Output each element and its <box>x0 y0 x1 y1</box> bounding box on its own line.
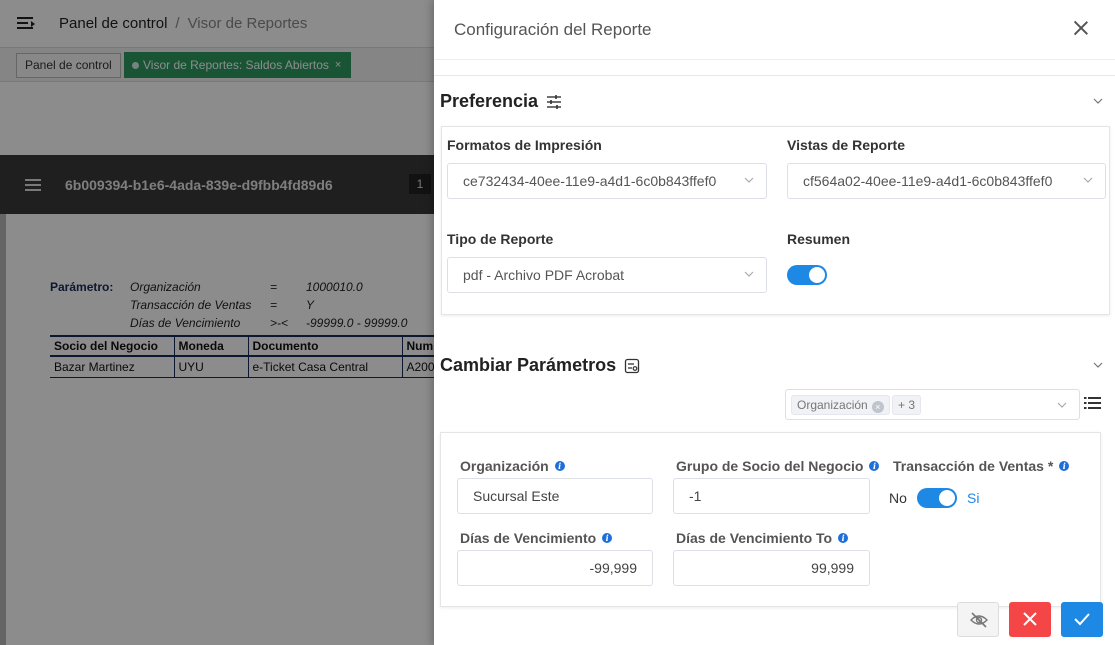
required-mark: * <box>1047 458 1054 474</box>
toggle-no-label: No <box>889 490 907 506</box>
report-type-select[interactable]: pdf - Archivo PDF Acrobat <box>447 257 767 293</box>
organization-label-text: Organización <box>460 458 549 474</box>
due-days-label: Días de Vencimiento i <box>460 530 613 546</box>
toggle-knob <box>809 267 825 283</box>
bp-group-label: Grupo de Socio del Negocio i <box>676 458 880 474</box>
print-format-label: Formatos de Impresión <box>447 137 602 153</box>
parameters-title: Cambiar Parámetros <box>440 355 617 375</box>
parameters-edit-icon <box>624 358 640 373</box>
report-view-select[interactable]: cf564a02-40ee-11e9-a4d1-6c0b843ffef0 <box>787 163 1106 199</box>
chevron-down-icon[interactable] <box>1093 96 1103 106</box>
drawer-header: Configuración del Reporte <box>434 0 1115 60</box>
parameter-filter-select[interactable]: Organización × + 3 <box>785 389 1080 420</box>
chip-label: Organización <box>797 398 868 412</box>
chevron-down-icon <box>1057 402 1067 408</box>
drawer-body: Preferencia Formatos de Impresión ce7324… <box>434 75 1115 645</box>
list-icon[interactable] <box>1084 395 1101 411</box>
report-type-label: Tipo de Reporte <box>447 231 554 247</box>
parameters-card: Organización i Sucursal Este Grupo de Soc… <box>440 432 1101 607</box>
report-view-value: cf564a02-40ee-11e9-a4d1-6c0b843ffef0 <box>803 173 1053 189</box>
report-view-label: Vistas de Reporte <box>787 137 906 153</box>
due-days-input[interactable]: -99,999 <box>457 550 653 586</box>
filter-chip-more: + 3 <box>892 395 922 415</box>
bp-group-label-text: Grupo de Socio del Negocio <box>676 458 864 474</box>
due-days-to-label: Días de Vencimiento To i <box>676 530 849 546</box>
close-icon[interactable] <box>1073 20 1089 36</box>
due-days-label-text: Días de Vencimiento <box>460 530 597 546</box>
sales-transaction-label-text: Transacción de Ventas <box>893 458 1044 474</box>
organization-label: Organización i <box>460 458 565 474</box>
info-icon[interactable]: i <box>1059 461 1070 471</box>
toggle-yes-label: Si <box>967 490 980 506</box>
chevron-down-icon <box>744 177 754 183</box>
preference-card: Formatos de Impresión ce732434-40ee-11e9… <box>441 126 1110 315</box>
hide-parameters-button[interactable] <box>957 602 999 637</box>
parameters-section-header[interactable]: Cambiar Parámetros <box>440 355 640 376</box>
summary-label: Resumen <box>787 231 851 247</box>
chevron-down-icon <box>744 271 754 277</box>
close-icon <box>1023 612 1037 626</box>
confirm-button[interactable] <box>1061 602 1103 637</box>
chip-remove-icon[interactable]: × <box>871 401 884 413</box>
chevron-down-icon <box>1083 177 1093 183</box>
info-icon[interactable]: i <box>554 461 565 471</box>
info-icon[interactable]: i <box>869 461 880 471</box>
print-format-value: ce732434-40ee-11e9-a4d1-6c0b843ffef0 <box>463 173 717 189</box>
info-icon[interactable]: i <box>602 533 613 543</box>
modal-overlay[interactable] <box>0 0 434 645</box>
preference-section-header[interactable]: Preferencia <box>440 91 562 112</box>
info-icon[interactable]: i <box>838 533 849 543</box>
drawer-title: Configuración del Reporte <box>454 19 652 39</box>
due-days-to-label-text: Días de Vencimiento To <box>676 530 833 546</box>
organization-input[interactable]: Sucursal Este <box>457 478 653 514</box>
chevron-down-icon[interactable] <box>1093 360 1103 370</box>
sales-transaction-label: Transacción de Ventas * i <box>893 458 1070 474</box>
report-settings-drawer: Configuración del Reporte Preferencia Fo… <box>434 0 1115 645</box>
filter-chip[interactable]: Organización × <box>791 395 890 415</box>
summary-toggle[interactable] <box>787 265 827 285</box>
hide-icon <box>970 612 988 628</box>
sales-transaction-toggle[interactable] <box>917 488 957 508</box>
sliders-icon <box>547 94 562 109</box>
due-days-to-input[interactable]: 99,999 <box>673 550 870 586</box>
print-format-select[interactable]: ce732434-40ee-11e9-a4d1-6c0b843ffef0 <box>447 163 767 199</box>
report-type-value: pdf - Archivo PDF Acrobat <box>463 267 625 283</box>
preference-title: Preferencia <box>440 91 539 111</box>
bp-group-input[interactable]: -1 <box>673 478 870 514</box>
toggle-knob <box>939 490 955 506</box>
cancel-button[interactable] <box>1009 602 1051 637</box>
check-icon <box>1074 613 1090 626</box>
